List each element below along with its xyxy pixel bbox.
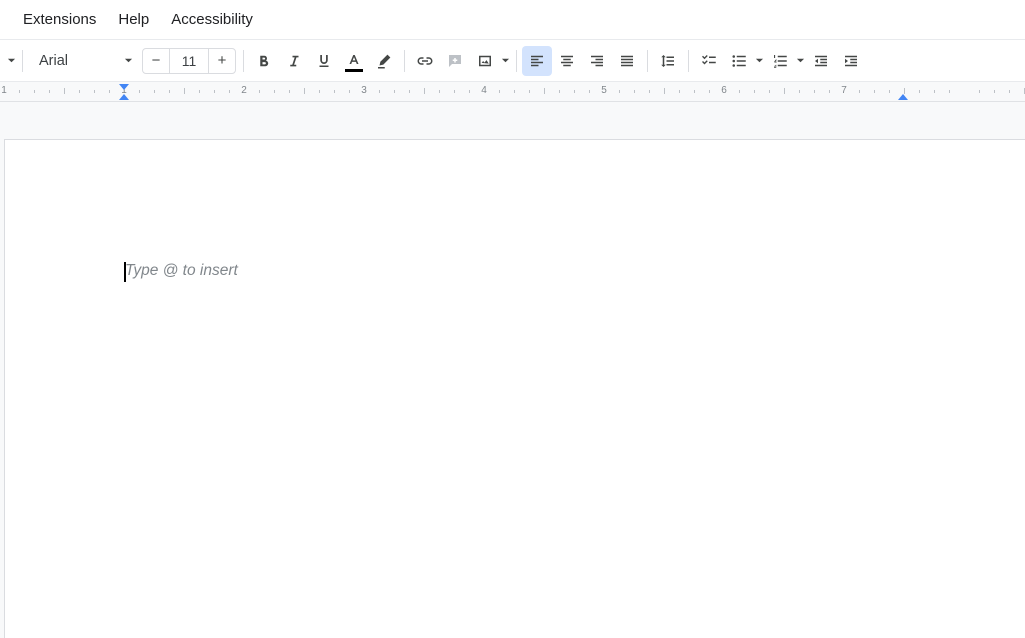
separator: [404, 50, 405, 72]
canvas-area: Type @ to insert: [0, 102, 1025, 638]
first-line-indent-marker[interactable]: [119, 84, 129, 90]
numbered-list-button[interactable]: [765, 46, 795, 76]
left-indent-marker[interactable]: [119, 94, 129, 100]
decrease-indent-button[interactable]: [806, 46, 836, 76]
font-size-decrease[interactable]: −: [143, 48, 169, 74]
menu-extensions[interactable]: Extensions: [14, 7, 105, 32]
text-cursor: [124, 262, 126, 282]
document-body[interactable]: Type @ to insert: [5, 140, 1025, 280]
styles-dropdown[interactable]: [6, 46, 17, 76]
bulleted-list-dropdown[interactable]: [754, 46, 765, 76]
highlight-color-button[interactable]: [369, 46, 399, 76]
ruler-label: 3: [361, 85, 367, 96]
font-family-label: Arial: [39, 53, 68, 69]
ruler-label: 5: [601, 85, 607, 96]
text-color-button[interactable]: [339, 46, 369, 76]
insert-link-button[interactable]: [410, 46, 440, 76]
numbered-list-dropdown[interactable]: [795, 46, 806, 76]
separator: [516, 50, 517, 72]
document-placeholder: Type @ to insert: [125, 262, 238, 279]
italic-button[interactable]: [279, 46, 309, 76]
toolbar: Arial − +: [0, 40, 1025, 82]
ruler-label: 4: [481, 85, 487, 96]
font-family-picker[interactable]: Arial: [28, 47, 140, 75]
align-justify-button[interactable]: [612, 46, 642, 76]
checklist-button[interactable]: [694, 46, 724, 76]
separator: [243, 50, 244, 72]
right-indent-marker[interactable]: [898, 94, 908, 100]
text-color-swatch: [345, 69, 363, 72]
ruler-label: 2: [241, 85, 247, 96]
underline-button[interactable]: [309, 46, 339, 76]
separator: [647, 50, 648, 72]
align-center-button[interactable]: [552, 46, 582, 76]
chevron-down-icon: [124, 56, 133, 65]
bulleted-list-button[interactable]: [724, 46, 754, 76]
insert-image-dropdown[interactable]: [500, 46, 511, 76]
font-size-increase[interactable]: +: [209, 48, 235, 74]
ruler[interactable]: 11234567: [0, 82, 1025, 102]
font-size-group: − +: [142, 48, 236, 74]
increase-indent-button[interactable]: [836, 46, 866, 76]
menubar: Extensions Help Accessibility: [0, 0, 1025, 40]
menu-help[interactable]: Help: [109, 7, 158, 32]
ruler-label: 7: [841, 85, 847, 96]
document-page[interactable]: Type @ to insert: [4, 139, 1025, 638]
separator: [688, 50, 689, 72]
separator: [22, 50, 23, 72]
font-size-input[interactable]: [169, 48, 209, 74]
line-spacing-button[interactable]: [653, 46, 683, 76]
ruler-label: 1: [1, 85, 7, 96]
align-left-button[interactable]: [522, 46, 552, 76]
menu-accessibility[interactable]: Accessibility: [162, 7, 262, 32]
insert-comment-button[interactable]: [440, 46, 470, 76]
insert-image-button[interactable]: [470, 46, 500, 76]
align-right-button[interactable]: [582, 46, 612, 76]
bold-button[interactable]: [249, 46, 279, 76]
ruler-label: 6: [721, 85, 727, 96]
